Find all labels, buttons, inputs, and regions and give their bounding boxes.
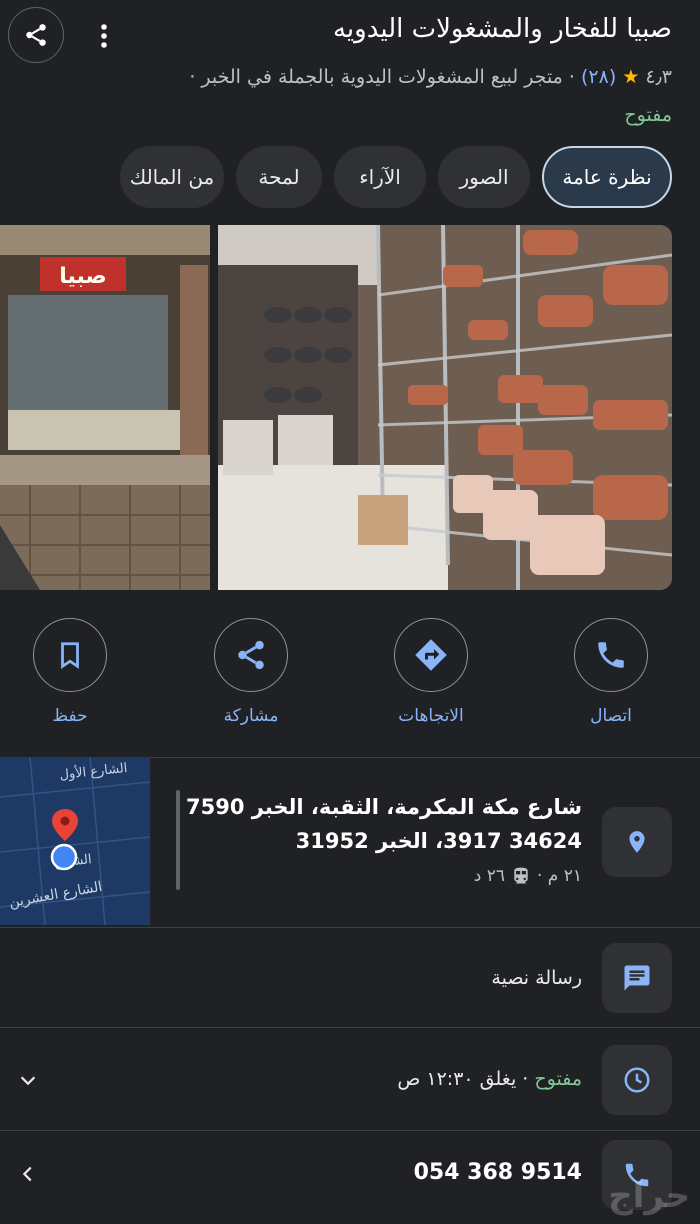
- chevron-left-icon: [22, 1166, 32, 1182]
- address-text[interactable]: شارع مكة المكرمة، الثقبة، الخبر 7590 346…: [186, 790, 582, 858]
- svg-text:صبيا: صبيا: [59, 264, 106, 289]
- directions-icon: [415, 639, 447, 671]
- address-line-2: 34624 3917، الخبر 31952: [295, 829, 582, 853]
- call-action-button[interactable]: [574, 618, 648, 692]
- category-text: · متجر لبيع المشغولات اليدوية بالجملة في…: [189, 66, 575, 88]
- tab-overview[interactable]: نظرة عامة: [542, 146, 672, 208]
- interior-photo[interactable]: [218, 225, 672, 590]
- directions-action-button[interactable]: [394, 618, 468, 692]
- call-action-label: اتصال: [590, 706, 632, 726]
- map-thumbnail[interactable]: الشارع الأول الشارع الشارع العشرين: [0, 757, 150, 925]
- review-count[interactable]: (٢٨): [581, 66, 616, 88]
- place-title: صبيا للفخار والمشغولات اليدويه: [332, 14, 672, 44]
- save-action[interactable]: حفظ: [10, 618, 130, 726]
- share-action-label: مشاركة: [223, 706, 279, 726]
- transit-drive-time: ٢٦ د: [473, 866, 505, 886]
- storefront-image: صبيا: [0, 225, 210, 590]
- message-icon-box: [602, 943, 672, 1013]
- share-action[interactable]: مشاركة: [191, 618, 311, 726]
- sheet-handle[interactable]: [176, 790, 180, 890]
- save-action-label: حفظ: [52, 706, 88, 726]
- tab-photos[interactable]: الصور: [438, 146, 530, 208]
- storefront-photo[interactable]: صبيا: [0, 225, 210, 590]
- expand-hours-button[interactable]: [14, 1066, 42, 1094]
- bookmark-icon: [61, 642, 79, 669]
- divider: [0, 1027, 700, 1028]
- chevron-down-icon: [20, 1076, 36, 1086]
- tab-bar: نظرة عامة الصور الآراء لمحة من المالك: [120, 146, 672, 208]
- action-row: اتصال الاتجاهات مشاركة حفظ: [0, 618, 700, 728]
- hours-detail: · يغلق ١٢:٣٠ ص: [397, 1068, 529, 1090]
- message-icon: [624, 965, 650, 991]
- share-icon: [238, 640, 264, 670]
- phone-icon: [598, 642, 624, 668]
- hours-status: مفتوح: [534, 1068, 582, 1090]
- transit-walk-time: ٢١ م ·: [536, 866, 582, 886]
- current-location-dot: [50, 843, 78, 871]
- interior-image: [218, 225, 672, 590]
- star-icon: ★: [622, 66, 640, 88]
- map-image: الشارع الأول الشارع الشارع العشرين: [0, 757, 150, 925]
- address-line-1: شارع مكة المكرمة، الثقبة، الخبر 7590: [186, 795, 582, 819]
- clock-icon: [624, 1067, 650, 1093]
- hours-text[interactable]: مفتوح · يغلق ١٢:٣٠ ص: [397, 1068, 582, 1090]
- tab-from-owner[interactable]: من المالك: [120, 146, 224, 208]
- open-status: مفتوح: [624, 104, 672, 126]
- share-icon: [26, 24, 46, 46]
- send-text-message[interactable]: رسالة نصية: [491, 967, 582, 989]
- header-share-button[interactable]: [8, 7, 64, 63]
- divider: [0, 927, 700, 928]
- call-action[interactable]: اتصال: [551, 618, 671, 726]
- tab-about[interactable]: لمحة: [236, 146, 322, 208]
- save-action-button[interactable]: [33, 618, 107, 692]
- more-options-button[interactable]: [92, 20, 116, 52]
- haraj-watermark: حراج: [608, 1176, 690, 1216]
- directions-action-label: الاتجاهات: [398, 706, 464, 726]
- phone-number[interactable]: 054 368 9514: [414, 1160, 582, 1185]
- transit-info: ٢١ م · ٢٦ د: [474, 866, 582, 886]
- address-icon-box: [602, 807, 672, 877]
- rating-value: ٤٫٣: [645, 66, 672, 88]
- location-pin-icon: [629, 831, 645, 853]
- phone-row-chevron[interactable]: [14, 1160, 42, 1188]
- photo-strip: صبيا: [0, 225, 700, 590]
- hours-icon-box: [602, 1045, 672, 1115]
- train-icon: [514, 867, 528, 884]
- divider: [0, 1130, 700, 1131]
- top-bar: صبيا للفخار والمشغولات اليدويه: [0, 0, 700, 70]
- rating-line: ٤٫٣ ★ (٢٨) · متجر لبيع المشغولات اليدوية…: [189, 66, 672, 88]
- directions-action[interactable]: الاتجاهات: [371, 618, 491, 726]
- tab-reviews[interactable]: الآراء: [334, 146, 426, 208]
- share-action-button[interactable]: [214, 618, 288, 692]
- more-vert-icon: [101, 24, 107, 48]
